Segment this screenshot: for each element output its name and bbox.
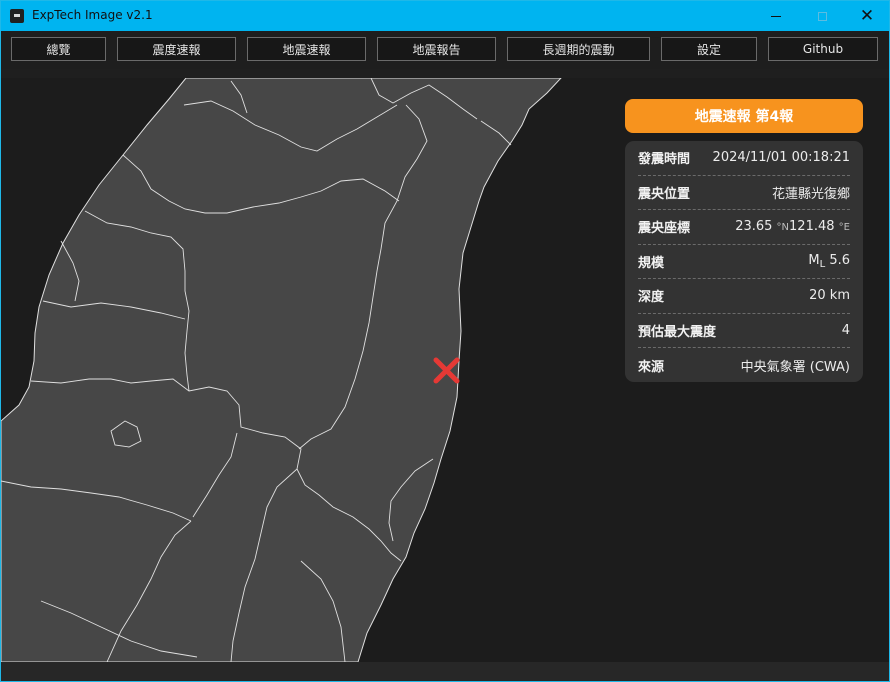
info-row-magnitude: 規模 ML 5.6 — [638, 245, 850, 279]
coordinates-value: 23.65 °N121.48 °E — [735, 219, 850, 234]
app-icon — [10, 9, 24, 23]
nav-long-period-button[interactable]: 長週期的震動 — [507, 37, 650, 61]
nav-earthquake-report-button[interactable]: 地震報告 — [377, 37, 496, 61]
info-row-epicenter-location: 震央位置 花蓮縣光復鄉 — [638, 176, 850, 210]
info-label: 震央座標 — [638, 221, 691, 237]
close-icon: ✕ — [859, 6, 875, 26]
magnitude-value: ML 5.6 — [808, 253, 850, 270]
minimize-icon — [771, 15, 781, 17]
magnitude-number: 5.6 — [829, 252, 850, 268]
minimize-button[interactable] — [753, 1, 799, 31]
maximize-icon — [817, 11, 827, 21]
info-label: 預估最大震度 — [638, 324, 717, 340]
longitude-value: 121.48 — [789, 219, 835, 235]
info-value: 4 — [841, 322, 850, 338]
nav-overview-button[interactable]: 總覽 — [11, 37, 106, 61]
report-info-card: 發震時間 2024/11/01 00:18:21 震央位置 花蓮縣光復鄉 震央座… — [625, 141, 863, 382]
latitude-value: 23.65 — [735, 219, 773, 235]
info-label: 規模 — [638, 255, 665, 271]
info-row-max-intensity: 預估最大震度 4 — [638, 314, 850, 348]
land-mass — [1, 78, 562, 662]
close-button[interactable]: ✕ — [844, 1, 889, 31]
info-value: 花蓮縣光復鄉 — [771, 186, 850, 202]
report-title-banner: 地震速報 第4報 — [625, 99, 863, 133]
info-row-source: 來源 中央氣象署 (CWA) — [638, 348, 850, 383]
info-row-epicenter-coordinates: 震央座標 23.65 °N121.48 °E — [638, 210, 850, 245]
nav-bar: 總覽 震度速報 地震速報 地震報告 長週期的震動 設定 Github — [1, 31, 889, 69]
nav-intensity-report-button[interactable]: 震度速報 — [117, 37, 236, 61]
status-strip — [1, 662, 889, 681]
magnitude-prefix: M — [808, 252, 820, 268]
magnitude-subscript: L — [819, 258, 826, 270]
info-row-origin-time: 發震時間 2024/11/01 00:18:21 — [638, 141, 850, 176]
info-value: 20 km — [809, 288, 850, 304]
info-label: 震央位置 — [638, 186, 691, 202]
info-label: 來源 — [638, 359, 665, 375]
nav-github-button[interactable]: Github — [768, 37, 878, 61]
window-title: ExpTech Image v2.1 — [32, 8, 153, 22]
app-window: ExpTech Image v2.1 ✕ 總覽 震度速報 地震速報 地震報告 長… — [0, 0, 890, 682]
info-row-depth: 深度 20 km — [638, 279, 850, 314]
latitude-unit: °N — [776, 222, 790, 234]
info-label: 深度 — [638, 290, 665, 306]
info-value: 中央氣象署 (CWA) — [740, 359, 850, 375]
nav-settings-button[interactable]: 設定 — [661, 37, 757, 61]
title-bar: ExpTech Image v2.1 ✕ — [1, 1, 889, 31]
nav-eew-button[interactable]: 地震速報 — [247, 37, 366, 61]
info-label: 發震時間 — [638, 152, 691, 168]
info-value: 2024/11/01 00:18:21 — [712, 150, 850, 166]
maximize-button[interactable] — [799, 1, 845, 31]
longitude-unit: °E — [838, 222, 850, 234]
